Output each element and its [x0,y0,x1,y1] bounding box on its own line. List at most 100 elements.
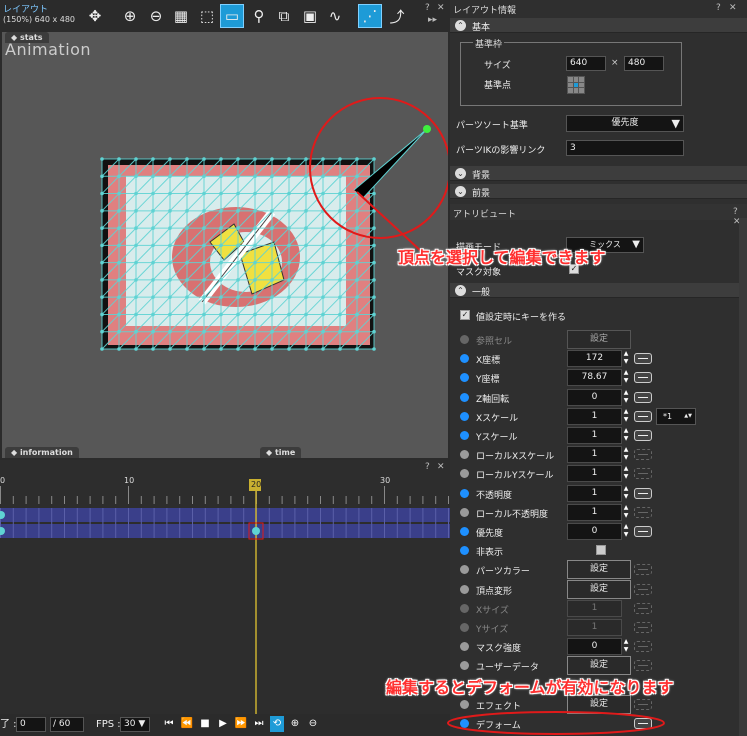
spinner-icon[interactable]: ▲ ▼ [622,408,630,425]
frame-input[interactable]: 0 [16,717,46,732]
fps-select[interactable]: 30 ▼ [120,717,150,732]
curve-link-icon[interactable] [634,430,652,441]
section-background[interactable]: ⌄ 背景 [450,166,747,181]
key-indicator-icon[interactable] [460,565,469,575]
timeline-zoom-in-icon[interactable]: ⊕ [288,716,302,732]
help-icon[interactable]: ? [425,3,430,13]
curve-link-icon[interactable] [634,410,652,422]
key-indicator-icon[interactable] [460,411,469,421]
grid-icon[interactable]: ▦ [169,4,193,28]
zoom-out-icon[interactable]: ⊖ [144,4,168,28]
key-indicator-icon[interactable] [460,623,469,632]
spinner-icon[interactable]: ▲ ▼ [622,485,630,502]
key-indicator-icon[interactable] [460,450,469,460]
spinner-icon[interactable]: ▲ ▼ [622,446,630,463]
close-icon[interactable]: ✕ [437,3,445,13]
curve-link-icon[interactable] [634,641,652,653]
canvas-svg[interactable] [2,32,448,458]
key-indicator-icon[interactable] [460,661,469,671]
size-width-input[interactable]: 640 [566,56,606,71]
attr-value-input[interactable]: 1 [567,619,622,636]
spinner-icon[interactable]: ▲ ▼ [622,350,630,367]
key-indicator-icon[interactable] [460,699,469,709]
timeline-close-icon[interactable]: ✕ [437,462,445,472]
spinner-icon[interactable]: ▲ ▼ [622,369,630,386]
frame-display-icon[interactable]: ▭ [220,4,244,28]
step-back-icon[interactable]: ⏪ [180,716,194,732]
attr-value-input[interactable]: 1 [567,503,622,521]
expand-icon[interactable]: ▸▸ [428,15,437,25]
timeline-zoom-out-icon[interactable]: ⊖ [306,716,320,732]
zoom-in-icon[interactable]: ⊕ [118,4,142,28]
timeline-panel[interactable]: ? ✕ 0 10 20 30 [0,460,450,714]
spinner-icon[interactable]: ▲ ▼ [622,427,630,444]
key-indicator-icon[interactable] [460,488,469,498]
curve-link-icon[interactable] [634,564,652,576]
key-indicator-icon[interactable] [460,431,469,440]
timeline-svg[interactable] [0,474,450,714]
key-indicator-icon[interactable] [460,469,469,479]
key-indicator-icon[interactable] [460,584,469,594]
set-button[interactable]: 設定 [567,560,631,580]
attribute-help-icon[interactable]: ? [733,207,738,217]
section-foreground[interactable]: ⌄ 前景 [450,184,747,199]
curve-link-icon[interactable] [634,353,652,365]
attr-value-input[interactable]: 1 [567,465,622,483]
sort-select[interactable]: 優先度 ▼ [566,115,684,132]
curve-link-icon[interactable] [634,391,652,403]
spinner-icon[interactable]: ▲ ▼ [622,465,630,482]
spinner-icon[interactable]: ▲ ▼ [622,523,630,540]
curve-link-icon[interactable] [634,449,652,461]
attr-value-input[interactable]: 1 [567,484,622,502]
attribute-scrollbar[interactable] [739,218,747,736]
size-height-input[interactable]: 480 [624,56,664,71]
set-button[interactable]: 設定 [567,579,631,599]
key-indicator-icon[interactable] [460,392,469,402]
layout-info-help-icon[interactable]: ? [716,3,721,13]
go-start-icon[interactable]: ⏮ [162,716,176,732]
viewport[interactable]: ◆ stats Animation ◆ information ◆ time [2,32,448,458]
key-indicator-icon[interactable] [460,507,469,517]
export-icon[interactable]: ⤴ [385,4,409,28]
curve-link-icon[interactable] [634,487,652,499]
curve-link-icon[interactable] [634,372,652,384]
information-tab[interactable]: ◆ information [5,447,79,458]
scale-multiplier-select[interactable]: *1 ▲▼ [656,407,696,425]
loop-icon[interactable]: ⟲ [270,716,284,732]
spinner-icon[interactable]: ▲ ▼ [622,638,630,655]
key-indicator-icon[interactable] [460,527,469,536]
key-indicator-icon[interactable] [460,335,469,344]
move-tool-icon[interactable]: ✥ [83,4,107,28]
curve-link-icon[interactable] [634,622,652,633]
key-indicator-icon[interactable] [460,603,469,613]
attr-value-input[interactable]: 78.67 [567,369,622,387]
curve-icon[interactable]: ∿ [323,4,347,28]
key-indicator-icon[interactable] [460,373,469,383]
section-general[interactable]: ⌃ 一般 [450,283,747,298]
key-indicator-icon[interactable] [460,642,469,652]
attr-value-input[interactable]: 0 [567,388,622,406]
timeline-help-icon[interactable]: ? [425,462,430,472]
hide-checkbox[interactable] [596,545,606,556]
set-button[interactable]: 設定 [567,656,631,676]
key-on-set-checkbox[interactable]: ✓ [460,310,470,320]
spinner-icon[interactable]: ▲ ▼ [622,504,630,521]
attr-value-input[interactable]: 1 [567,599,622,617]
attr-value-input[interactable]: 0 [567,523,622,540]
select-region-icon[interactable]: ⬚ [195,4,219,28]
attr-value-input[interactable]: 1 [567,446,622,464]
attr-value-input[interactable]: 1 [567,427,622,444]
curve-link-icon[interactable] [634,583,652,595]
go-end-icon[interactable]: ⏭ [252,716,266,732]
attr-value-input[interactable]: 172 [567,350,622,368]
curve-link-icon[interactable] [634,526,652,537]
key-indicator-icon[interactable] [460,354,469,364]
curve-link-icon[interactable] [634,602,652,614]
stop-icon[interactable]: ■ [198,716,212,732]
play-icon[interactable]: ▶ [216,716,230,732]
set-button[interactable]: 設定 [567,330,631,349]
curve-link-icon[interactable] [634,468,652,480]
spinner-icon[interactable]: ▲ ▼ [622,389,630,406]
origin-grid[interactable] [567,76,585,94]
lock-icon[interactable]: ▣ [298,4,322,28]
